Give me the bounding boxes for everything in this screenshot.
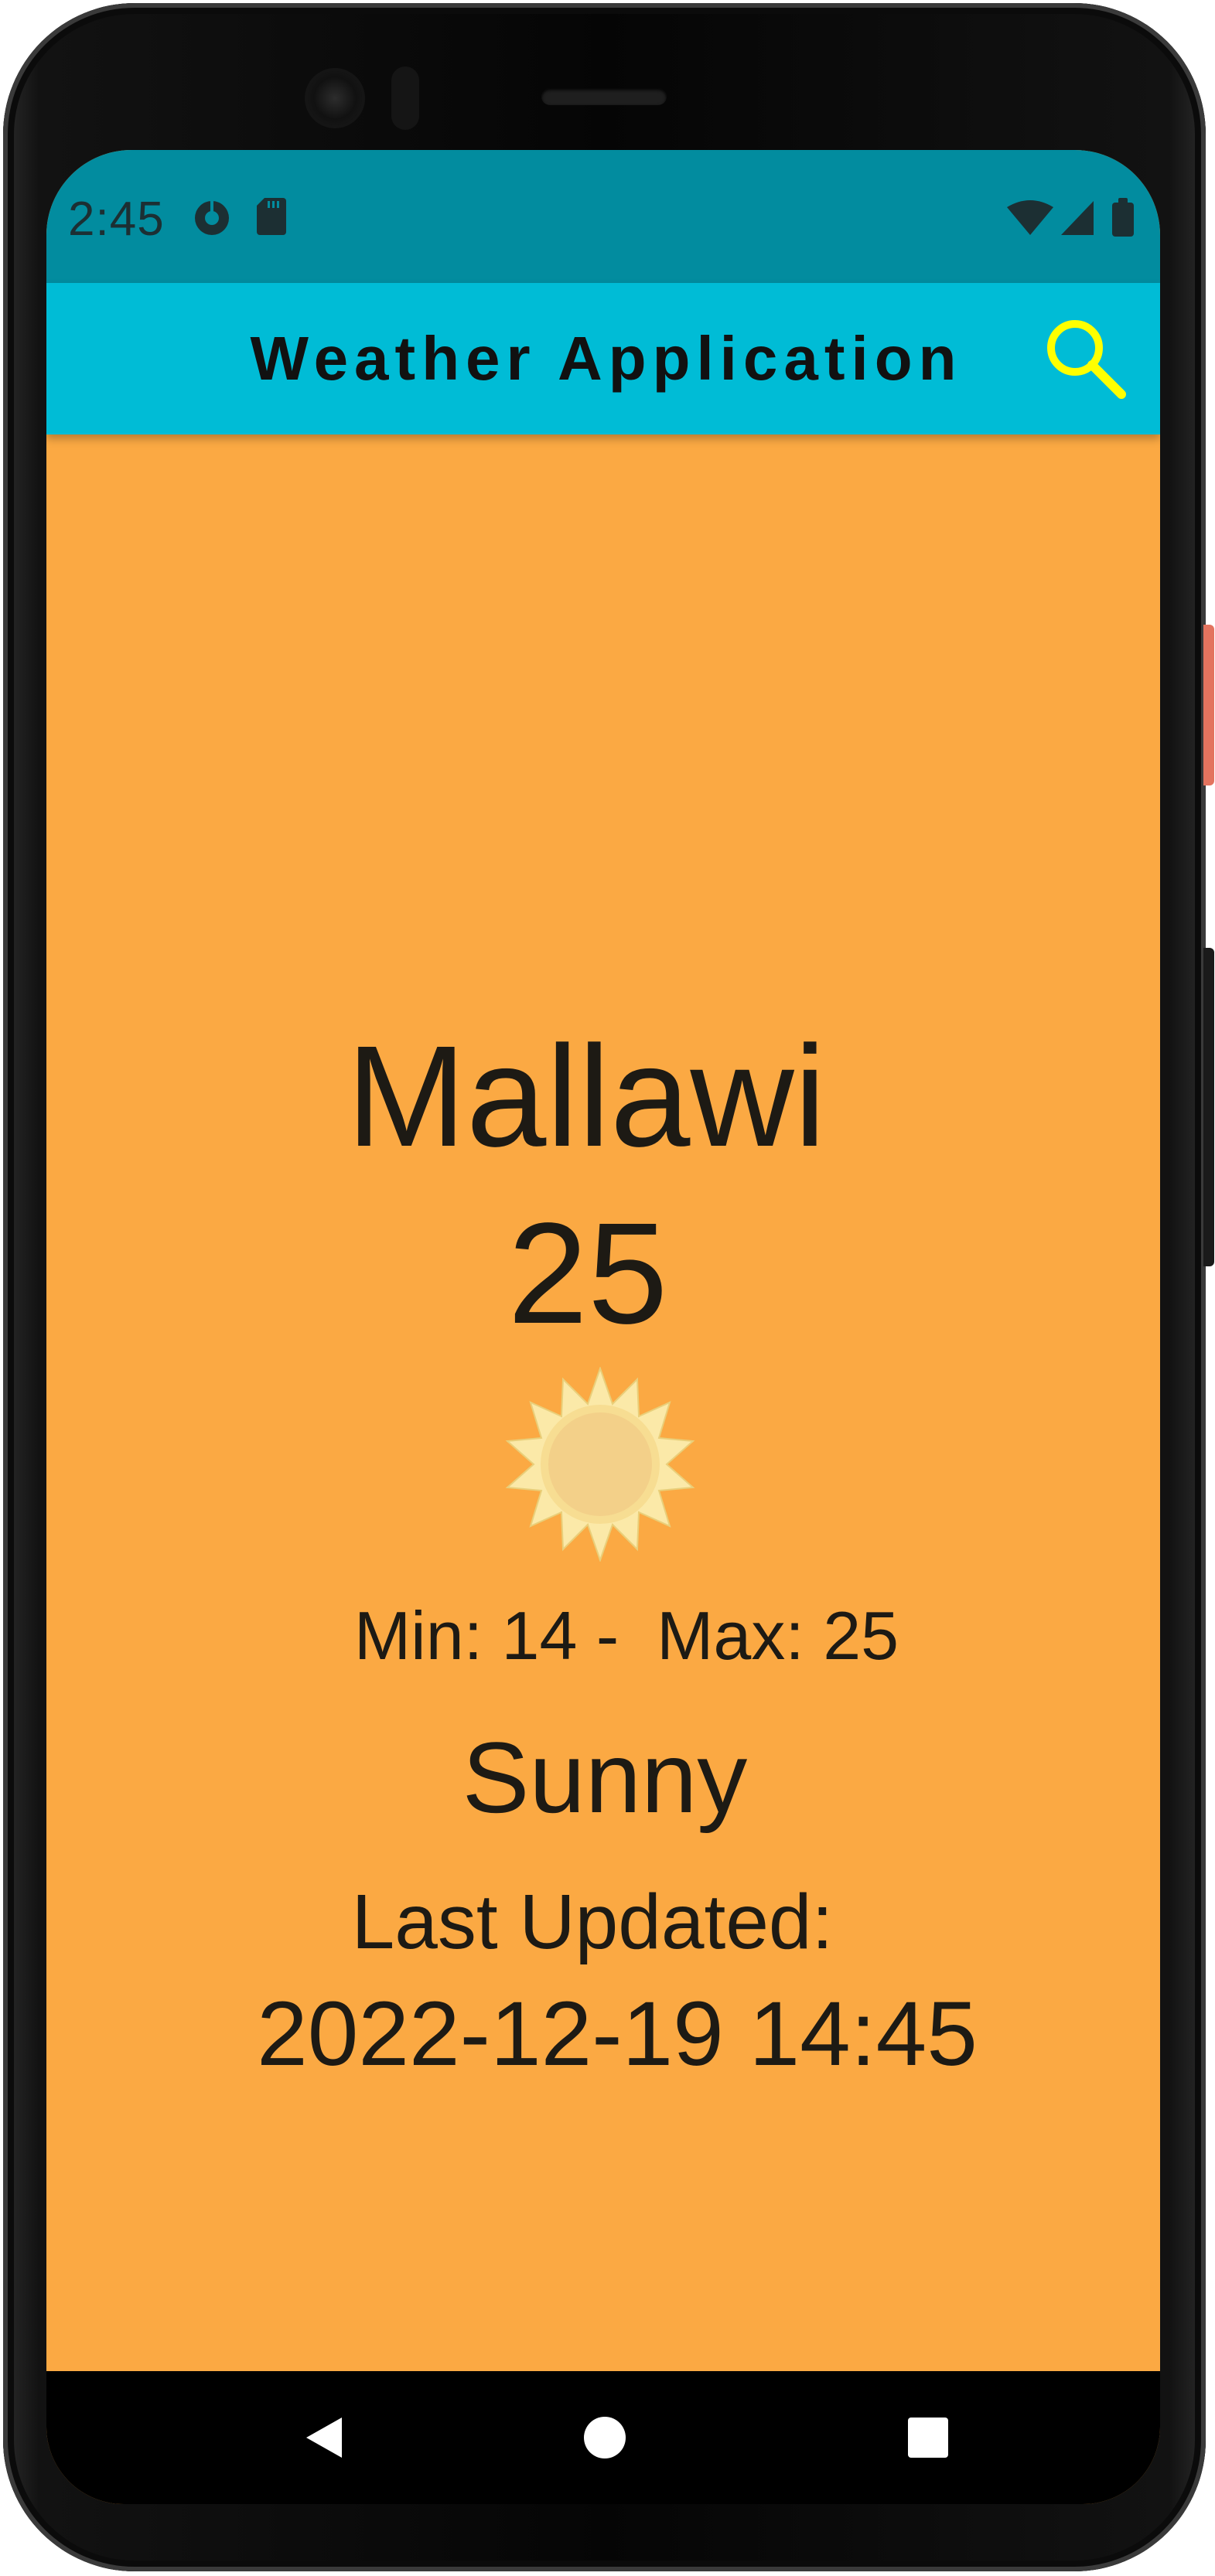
recents-icon[interactable] xyxy=(908,2418,948,2458)
weather-condition: Sunny xyxy=(462,1721,748,1834)
status-right-icons xyxy=(1007,198,1134,237)
power-button xyxy=(1203,625,1214,785)
weather-content: Mallawi 25 Min: 14 - Max: 25 Sunny Last … xyxy=(46,434,1160,2504)
front-camera xyxy=(308,71,362,125)
temperature: 25 xyxy=(507,1194,668,1354)
home-icon[interactable] xyxy=(584,2417,626,2458)
search-button[interactable] xyxy=(1041,314,1131,404)
proximity-sensor xyxy=(391,66,419,130)
sun-icon xyxy=(505,1367,695,1562)
search-icon xyxy=(1047,320,1126,399)
navigation-bar xyxy=(46,2371,1160,2504)
cellular-signal-icon xyxy=(1061,201,1094,235)
wifi-icon xyxy=(1007,200,1053,235)
min-max-temperature: Min: 14 - Max: 25 xyxy=(353,1597,899,1674)
back-icon[interactable] xyxy=(302,2414,348,2461)
battery-icon xyxy=(1112,203,1134,237)
sd-card-icon xyxy=(257,198,286,235)
status-time: 2:45 xyxy=(68,193,165,246)
volume-button xyxy=(1203,948,1214,1266)
media-icon xyxy=(195,201,229,235)
status-bar: 2:45 xyxy=(46,150,1160,283)
last-updated-value: 2022-12-19 14:45 xyxy=(257,1983,978,2085)
app-title: Weather Application xyxy=(250,324,963,393)
phone-screen: 2:45 Weather Application Mallawi 25 Min:… xyxy=(46,150,1160,2504)
last-updated-label: Last Updated: xyxy=(351,1879,834,1965)
city-name: Mallawi xyxy=(346,1017,827,1177)
app-bar: Weather Application xyxy=(46,283,1160,434)
earpiece-speaker xyxy=(541,88,667,105)
